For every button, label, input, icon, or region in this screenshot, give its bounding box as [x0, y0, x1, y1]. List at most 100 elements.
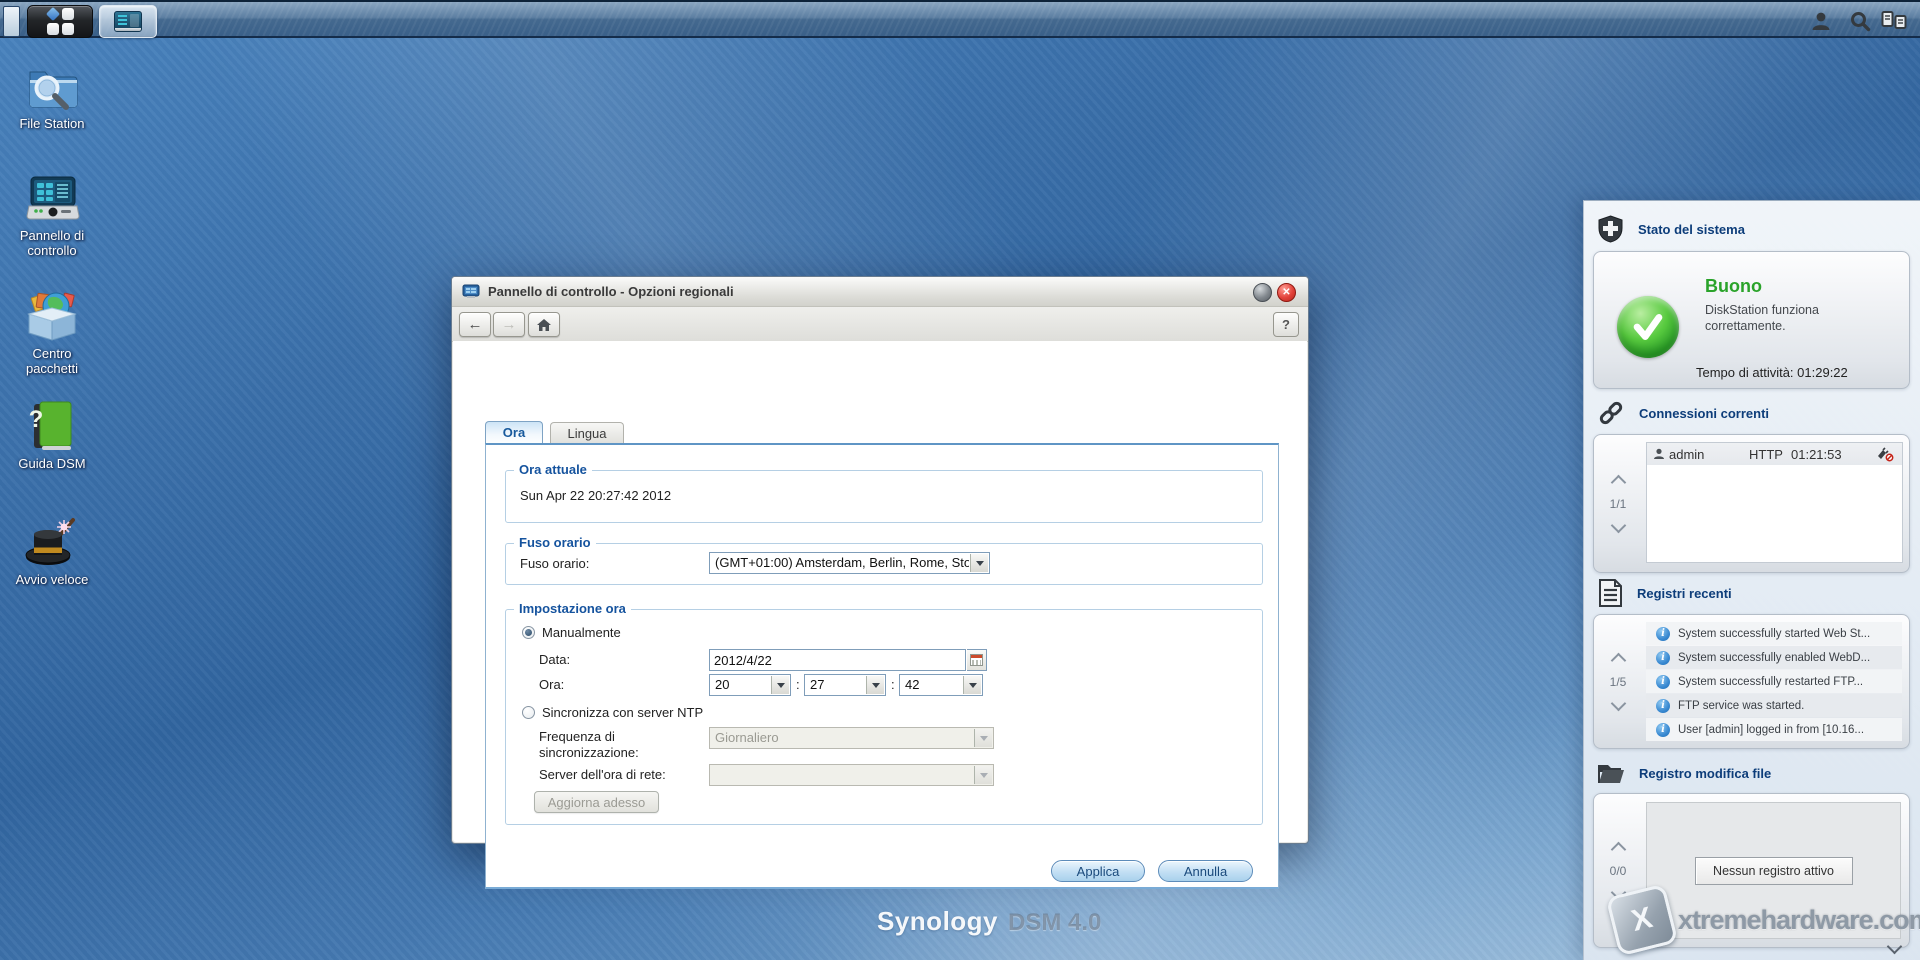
- shield-icon: [1597, 215, 1624, 243]
- file-station-icon: [6, 58, 98, 112]
- date-picker-button[interactable]: [967, 649, 987, 671]
- document-icon: [1597, 579, 1623, 607]
- manual-radio[interactable]: [522, 626, 535, 639]
- dropdown-button[interactable]: [974, 766, 992, 784]
- chevron-down-icon: [980, 736, 988, 745]
- desktop-icon-label: Avvio veloce: [6, 572, 98, 587]
- widgets-icon: [1881, 10, 1907, 32]
- window-title-icon: [462, 284, 480, 300]
- taskbar: [0, 0, 1920, 38]
- package-center-icon: [6, 288, 98, 342]
- main-menu-icon: [47, 8, 74, 35]
- connection-protocol: HTTP: [1749, 447, 1783, 462]
- connection-time: 01:21:53: [1791, 447, 1842, 462]
- page-up-icon[interactable]: [1610, 841, 1626, 857]
- main-menu-button[interactable]: [27, 5, 93, 38]
- ntp-radio[interactable]: [522, 706, 535, 719]
- group-legend: Fuso orario: [514, 535, 596, 550]
- system-status-header: Stato del sistema: [1597, 215, 1745, 243]
- desktop-icon-control-panel[interactable]: Pannello di controllo: [6, 170, 98, 258]
- widget-title: Stato del sistema: [1638, 222, 1745, 237]
- page-indicator: 1/1: [1610, 497, 1627, 511]
- ntp-server-select[interactable]: [709, 764, 994, 786]
- home-button[interactable]: [528, 312, 560, 337]
- forward-button[interactable]: →: [493, 312, 525, 337]
- system-status-description: DiskStation funziona correttamente.: [1705, 302, 1875, 334]
- forward-arrow-icon: →: [502, 316, 517, 333]
- desktop-icon-label: Guida DSM: [6, 456, 98, 471]
- log-row[interactable]: i System successfully enabled WebD...: [1646, 646, 1902, 669]
- connections-card: 1/1 admin HTTP 01:21:53: [1593, 434, 1910, 573]
- hour-select[interactable]: 20: [709, 674, 791, 696]
- page-down-icon[interactable]: [1610, 517, 1626, 533]
- dsm-help-icon: ?: [6, 398, 98, 452]
- connections-header: Connessioni correnti: [1597, 399, 1769, 427]
- chevron-down-icon: [976, 561, 984, 570]
- apply-button[interactable]: Applica: [1051, 860, 1145, 882]
- log-list: i System successfully started Web St... …: [1646, 622, 1902, 741]
- dropdown-button[interactable]: [771, 676, 789, 694]
- x-logo-icon: X: [1606, 884, 1679, 957]
- window-titlebar[interactable]: Pannello di controllo - Opzioni regional…: [452, 277, 1308, 307]
- tab-lingua[interactable]: Lingua: [550, 422, 624, 443]
- date-input[interactable]: [709, 649, 966, 671]
- dropdown-button[interactable]: [970, 554, 988, 572]
- dropdown-button[interactable]: [974, 729, 992, 747]
- ntp-server-label: Server dell'ora di rete:: [539, 767, 666, 782]
- chevron-down-icon: [980, 773, 988, 782]
- log-row[interactable]: i System successfully started Web St...: [1646, 622, 1902, 645]
- time-label: Ora:: [539, 677, 564, 692]
- quick-start-icon: [6, 514, 98, 568]
- date-label: Data:: [539, 652, 570, 667]
- dropdown-button[interactable]: [963, 676, 981, 694]
- control-panel-window-icon: [114, 11, 142, 32]
- open-folder-icon: [1597, 761, 1625, 785]
- no-active-log-message: Nessun registro attivo: [1695, 857, 1853, 885]
- user-menu-button[interactable]: [1806, 8, 1836, 34]
- pilot-view-button[interactable]: [1879, 8, 1909, 34]
- desktop-icon-package-center[interactable]: Centro pacchetti: [6, 288, 98, 376]
- taskbar-item-control-panel[interactable]: [99, 5, 157, 38]
- help-button[interactable]: ?: [1273, 312, 1299, 337]
- desktop-icon-dsm-help[interactable]: ? Guida DSM: [6, 398, 98, 471]
- cancel-button[interactable]: Annulla: [1158, 860, 1253, 882]
- update-now-button[interactable]: Aggiorna adesso: [534, 791, 659, 813]
- desktop-icon-label: File Station: [6, 116, 98, 131]
- sync-frequency-select[interactable]: Giornaliero: [709, 727, 994, 749]
- log-row[interactable]: i FTP service was started.: [1646, 694, 1902, 717]
- log-row[interactable]: i User [admin] logged in from [10.16...: [1646, 718, 1902, 741]
- minute-select[interactable]: 27: [804, 674, 886, 696]
- recent-logs-card: 1/5 i System successfully started Web St…: [1593, 614, 1910, 749]
- timezone-group: Fuso orario Fuso orario: (GMT+01:00) Ams…: [505, 543, 1263, 585]
- log-row[interactable]: i System successfully restarted FTP...: [1646, 670, 1902, 693]
- second-select[interactable]: 42: [899, 674, 983, 696]
- page-indicator: 0/0: [1610, 864, 1627, 878]
- group-legend: Impostazione ora: [514, 601, 631, 616]
- desktop-icon-label: Centro pacchetti: [6, 346, 98, 376]
- back-button[interactable]: ←: [459, 312, 491, 337]
- desktop-icon-file-station[interactable]: File Station: [6, 58, 98, 131]
- disconnect-icon[interactable]: [1876, 447, 1894, 462]
- close-button[interactable]: ✕: [1277, 283, 1296, 302]
- desktop-icon-quick-start[interactable]: Avvio veloce: [6, 514, 98, 587]
- tab-ora[interactable]: Ora: [485, 421, 543, 443]
- search-button[interactable]: [1845, 8, 1875, 34]
- group-legend: Ora attuale: [514, 462, 592, 477]
- widget-sidebar: Stato del sistema Buono DiskStation funz…: [1583, 200, 1920, 960]
- minimize-button[interactable]: [1253, 283, 1272, 302]
- widget-title: Registri recenti: [1637, 586, 1732, 601]
- dsm-version-text: DSM 4.0: [1008, 909, 1101, 937]
- dropdown-button[interactable]: [866, 676, 884, 694]
- page-down-icon[interactable]: [1610, 695, 1626, 711]
- chevron-down-icon: [777, 683, 785, 692]
- date-field-wrap: [709, 649, 987, 671]
- logs-pager: 1/5: [1594, 615, 1642, 748]
- show-desktop-button[interactable]: [3, 6, 20, 37]
- link-icon: [1597, 399, 1625, 427]
- connection-row[interactable]: admin HTTP 01:21:53: [1647, 443, 1902, 465]
- page-up-icon[interactable]: [1610, 652, 1626, 668]
- current-time-group: Ora attuale Sun Apr 22 20:27:42 2012: [505, 470, 1263, 523]
- timezone-select[interactable]: (GMT+01:00) Amsterdam, Berlin, Rome, Sto…: [709, 552, 990, 574]
- time-separator: :: [891, 677, 895, 692]
- page-up-icon[interactable]: [1610, 474, 1626, 490]
